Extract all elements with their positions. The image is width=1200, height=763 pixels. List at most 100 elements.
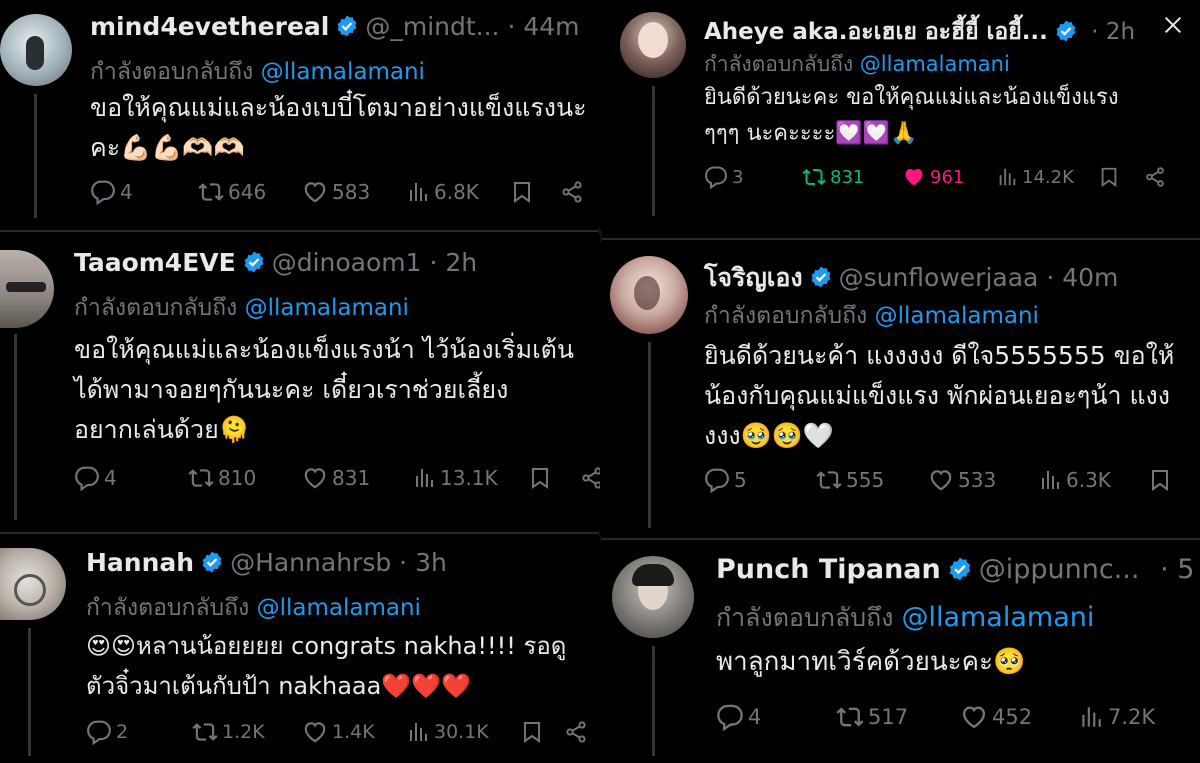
bookmark-icon [520, 720, 544, 744]
action-bar: 3 831 961 14.2K [704, 162, 1184, 192]
reply-button[interactable]: 4 [716, 703, 761, 731]
tweet-text-line: ยินดีด้วยนะค้า แงงงงง ดีใจ5555555 ขอให้ [704, 341, 1175, 370]
tweet-card[interactable]: Hannah @Hannahrsb · 3h กำลังตอบกลับถึง @l… [0, 536, 600, 763]
bookmark-button[interactable] [528, 466, 552, 490]
mention-link[interactable]: @llamalamani [245, 295, 409, 321]
reply-button[interactable]: 2 [86, 719, 128, 745]
avatar[interactable] [0, 548, 66, 620]
share-button[interactable] [564, 720, 588, 744]
like-button[interactable]: 961 [902, 165, 964, 189]
share-icon [564, 720, 588, 744]
author-handle[interactable]: @_mindt... [365, 12, 499, 41]
bookmark-button[interactable] [510, 180, 534, 204]
verified-badge-icon [1054, 19, 1078, 43]
bookmark-button[interactable] [1098, 166, 1120, 188]
avatar[interactable] [610, 256, 688, 334]
bookmark-button[interactable] [1148, 468, 1172, 492]
author-name[interactable]: Punch Tipanan [716, 554, 941, 585]
repost-icon [816, 467, 842, 493]
avatar[interactable] [620, 12, 686, 78]
tweet-card[interactable]: Taaom4EVE @dinoaom1 · 2h กำลังตอบกลับถึง … [0, 234, 600, 530]
views-button[interactable]: 14.2K [996, 166, 1074, 188]
views-button[interactable]: 13.1K [412, 466, 498, 490]
tweet-header: Taaom4EVE @dinoaom1 · 2h [74, 248, 477, 278]
tweet-text-line: ตัวจิ๋วมาเต้นกับป้า nakhaaa❤️❤️❤️ [86, 672, 471, 700]
reply-count: 4 [120, 180, 133, 204]
verified-badge-icon [242, 250, 266, 274]
share-button[interactable] [560, 180, 584, 204]
views-button[interactable]: 6.3K [1038, 468, 1111, 492]
author-name[interactable]: mind4evethereal [90, 12, 329, 41]
views-chart-icon [406, 720, 430, 744]
tweet-time[interactable]: 2h [1106, 19, 1135, 45]
heart-icon [302, 719, 328, 745]
views-chart-icon [1078, 704, 1104, 730]
tweet-time[interactable]: 2h [445, 248, 477, 277]
tweet-time[interactable]: 3h [415, 548, 447, 577]
author-handle[interactable]: @ippunnc... [979, 554, 1140, 585]
avatar[interactable] [0, 14, 72, 86]
tweet-text-line: 😍😍หลานน้อยยยย congrats nakha!!!! รอดู [86, 632, 567, 660]
views-button[interactable]: 7.2K [1078, 704, 1155, 730]
like-button[interactable]: 831 [302, 465, 370, 491]
mention-link[interactable]: @llamalamani [257, 595, 421, 621]
share-button[interactable] [580, 466, 600, 490]
mention-link[interactable]: @llamalamani [875, 303, 1039, 329]
reply-button[interactable]: 5 [704, 467, 747, 493]
tweet-card[interactable]: Aheye aka.อะเฮเย อะฮี้ยี้ เอยี้... · 2h … [600, 0, 1200, 230]
author-handle[interactable]: @Hannahrsb [230, 548, 391, 577]
tweet-text: ขอให้คุณแม่และน้องเบบี๋โตมาอย่างแข็งแรงน… [90, 88, 587, 168]
repost-button[interactable]: 810 [188, 465, 256, 491]
tweet-card[interactable]: โจริญเอง @sunflowerjaaa · 40m กำลังตอบกลั… [600, 242, 1200, 536]
like-button[interactable]: 452 [960, 703, 1032, 731]
mention-link[interactable]: @llamalamani [860, 52, 1010, 76]
reply-to-line: กำลังตอบกลับถึง @llamalamani [74, 290, 409, 326]
tweet-card[interactable]: Punch Tipanan @ippunnc... · 5 กำลังตอบกลั… [600, 542, 1200, 763]
author-name[interactable]: Aheye aka.อะเฮเย อะฮี้ยี้ เอยี้... [704, 19, 1048, 45]
repost-icon [802, 165, 826, 189]
like-count: 961 [930, 166, 965, 188]
mention-link[interactable]: @llamalamani [261, 59, 425, 85]
tweet-time[interactable]: 5 [1177, 554, 1194, 585]
avatar[interactable] [612, 556, 694, 638]
repost-button[interactable]: 555 [816, 467, 884, 493]
reply-button[interactable]: 3 [704, 165, 743, 189]
reply-button[interactable]: 4 [90, 179, 133, 205]
author-name[interactable]: Hannah [86, 548, 194, 577]
repost-button[interactable]: 1.2K [192, 719, 265, 745]
avatar[interactable] [0, 250, 54, 328]
bookmark-icon [1148, 468, 1172, 492]
reply-button[interactable]: 4 [74, 465, 117, 491]
author-name[interactable]: Taaom4EVE [74, 248, 236, 277]
repost-button[interactable]: 831 [802, 165, 864, 189]
mention-link[interactable]: @llamalamani [901, 602, 1094, 633]
like-button[interactable]: 583 [302, 179, 370, 205]
repost-count: 646 [228, 180, 267, 204]
reply-prefix: กำลังตอบกลับถึง [716, 603, 894, 632]
view-count: 14.2K [1022, 166, 1074, 188]
reply-prefix: กำลังตอบกลับถึง [86, 595, 250, 621]
repost-button[interactable]: 646 [198, 179, 266, 205]
heart-icon [302, 179, 328, 205]
share-button[interactable] [1144, 166, 1166, 188]
author-name[interactable]: โจริญเอง [704, 263, 803, 292]
tweet-card[interactable]: mind4evethereal @_mindt... · 44m กำลังตอบ… [0, 0, 600, 228]
like-button[interactable]: 533 [928, 467, 996, 493]
repost-button[interactable]: 517 [836, 703, 908, 731]
views-button[interactable]: 30.1K [406, 720, 489, 744]
tweet-time[interactable]: 40m [1062, 263, 1118, 292]
action-bar: 5 555 533 6.3K [704, 464, 1200, 496]
views-button[interactable]: 6.8K [406, 180, 479, 204]
close-icon[interactable] [1162, 14, 1184, 36]
reply-prefix: กำลังตอบกลับถึง [74, 295, 238, 321]
reply-to-line: กำลังตอบกลับถึง @llamalamani [704, 298, 1039, 334]
repost-icon [188, 465, 214, 491]
action-bar: 4 646 583 6.8K [90, 176, 600, 208]
like-button[interactable]: 1.4K [302, 719, 375, 745]
action-bar: 4 517 452 7.2K [716, 700, 1186, 734]
author-handle[interactable]: @sunflowerjaaa [839, 263, 1039, 292]
author-handle[interactable]: @dinoaom1 [272, 248, 422, 277]
bookmark-button[interactable] [520, 720, 544, 744]
repost-count: 555 [846, 468, 885, 492]
tweet-time[interactable]: 44m [523, 12, 579, 41]
